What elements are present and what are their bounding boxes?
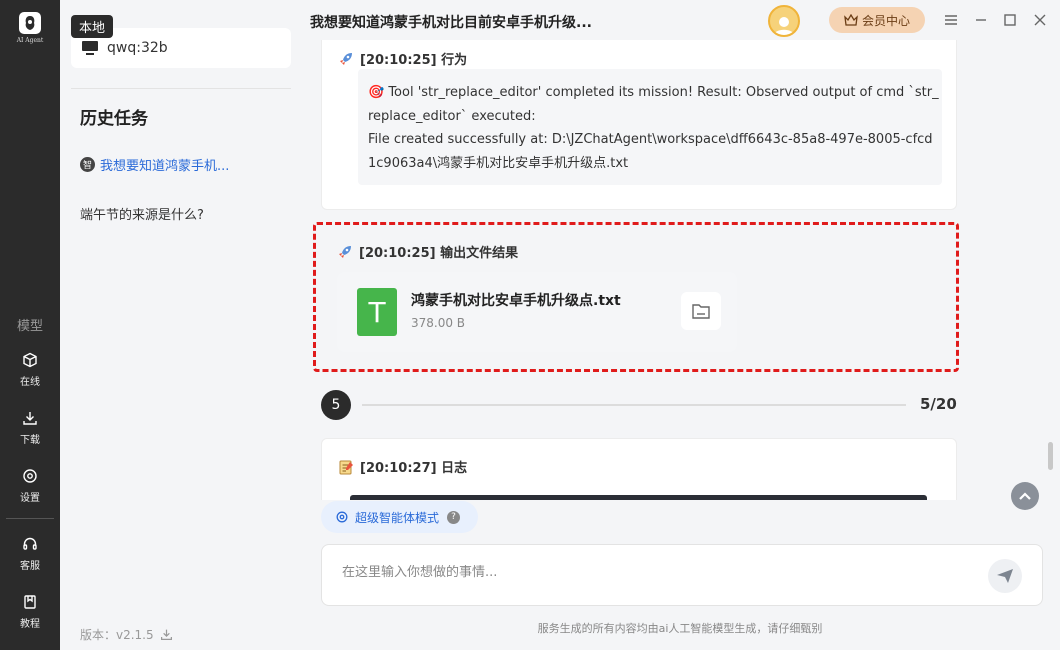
headset-icon — [23, 537, 37, 550]
step-progress-line — [362, 404, 906, 406]
user-avatar-icon — [774, 17, 794, 35]
close-button[interactable] — [1030, 10, 1050, 30]
log-card-header: [20:10:27] 日志 — [338, 457, 467, 476]
rocket-icon — [338, 51, 354, 67]
history-item-label: 我想要知道鸿蒙手机... — [100, 159, 230, 174]
file-name: 鸿蒙手机对比安卓手机升级点.txt — [411, 293, 621, 309]
logo-brand-text: AI Agent — [16, 37, 44, 44]
rail-item-support[interactable]: 客服 — [0, 529, 60, 579]
rail-item-tutorial[interactable]: 教程 — [0, 587, 60, 637]
rail-item-download[interactable]: 下载 — [0, 403, 60, 453]
action-output-line: File created successfully at: D:\JZChatA… — [368, 132, 933, 147]
rail-item-label: 下载 — [20, 435, 40, 446]
file-size: 378.00 B — [411, 316, 466, 330]
rail-item-online[interactable]: 在线 — [0, 345, 60, 395]
gear-icon — [336, 511, 348, 523]
action-output-line: 1c9063a4\鸿蒙手机对比安卓手机升级点.txt — [368, 155, 629, 171]
settings-icon — [23, 469, 37, 483]
txt-file-icon: T — [357, 288, 397, 336]
scrollbar-thumb[interactable] — [1048, 442, 1053, 470]
log-code-block — [350, 495, 927, 500]
minimize-button[interactable] — [971, 10, 991, 30]
maximize-button[interactable] — [1000, 10, 1020, 30]
rail-section-label: 模型 — [16, 319, 43, 334]
maximize-icon — [1004, 14, 1016, 26]
chat-area: [20:10:25] 行为 🎯 Tool 'str_replace_editor… — [300, 40, 1045, 500]
avatar[interactable] — [768, 5, 800, 37]
rail-item-label: 客服 — [20, 561, 40, 572]
rail-item-label: 教程 — [20, 619, 40, 630]
open-folder-button[interactable] — [681, 292, 721, 330]
minimize-icon — [976, 19, 986, 21]
left-rail: AI Agent 模型 在线 下载 设置 客服 教程 — [0, 0, 60, 650]
vip-center-button[interactable]: 会员中心 — [829, 7, 925, 33]
action-card: [20:10:25] 行为 🎯 Tool 'str_replace_editor… — [321, 40, 957, 210]
chat-input[interactable] — [342, 565, 962, 580]
version-label: 版本：v2.1.5 — [80, 628, 154, 642]
model-name: qwq:32b — [107, 40, 168, 56]
app-logo: AI Agent — [10, 12, 50, 52]
history-item-label: 端午节的来源是什么? — [80, 208, 204, 223]
cube-icon — [23, 352, 37, 368]
vip-center-label: 会员中心 — [861, 13, 910, 28]
title-bar: 我想要知道鸿蒙手机对比目前安卓手机升级... 会员中心 — [300, 0, 1060, 40]
rail-item-settings[interactable]: 设置 — [0, 461, 60, 511]
rail-item-label: 设置 — [20, 493, 40, 504]
rail-item-label: 在线 — [20, 377, 40, 388]
history-title: 历史任务 — [80, 109, 148, 129]
crown-icon — [844, 14, 858, 26]
output-file-card[interactable]: T 鸿蒙手机对比安卓手机升级点.txt 378.00 B — [337, 272, 737, 352]
menu-button[interactable] — [941, 10, 961, 30]
disclaimer-text: 服务生成的所有内容均由ai人工智能模型生成，请仔细甄别 — [537, 622, 823, 635]
sidebar-divider — [71, 88, 291, 89]
task-title: 我想要知道鸿蒙手机对比目前安卓手机升级... — [310, 15, 592, 31]
send-button[interactable] — [988, 559, 1022, 593]
action-output-line: 🎯 Tool 'str_replace_editor' completed it… — [368, 85, 939, 100]
step-number: 5 — [321, 390, 351, 420]
action-output-line: replace_editor` executed: — [368, 108, 536, 124]
folder-icon — [692, 304, 710, 319]
download-icon[interactable] — [160, 628, 173, 641]
book-icon — [24, 595, 36, 609]
log-card: [20:10:27] 日志 — [321, 438, 957, 500]
agent-badge-icon: 智 — [80, 157, 95, 172]
monitor-icon — [82, 41, 98, 55]
menu-icon — [945, 15, 957, 25]
action-header-text: [20:10:25] 行为 — [360, 53, 468, 68]
local-tag: 本地 — [71, 15, 114, 38]
history-item[interactable]: 端午节的来源是什么? — [80, 204, 204, 223]
chat-input-box — [321, 544, 1043, 606]
agent-mode-toggle[interactable]: 超级智能体模式 ? — [321, 501, 478, 533]
close-icon — [1034, 14, 1046, 26]
action-card-header: [20:10:25] 行为 — [338, 49, 467, 68]
step-count: 5/20 — [920, 395, 957, 413]
log-header-text: [20:10:27] 日志 — [360, 461, 468, 476]
logo-icon — [19, 12, 41, 34]
agent-mode-label: 超级智能体模式 — [355, 510, 440, 525]
history-item-active[interactable]: 智 我想要知道鸿蒙手机... — [80, 155, 229, 174]
memo-icon — [338, 459, 354, 475]
download-icon — [23, 412, 37, 425]
action-output: 🎯 Tool 'str_replace_editor' completed it… — [358, 69, 942, 185]
send-icon — [997, 569, 1013, 583]
scroll-to-top-button[interactable] — [1011, 482, 1039, 510]
help-icon[interactable]: ? — [447, 510, 461, 524]
rail-divider — [6, 518, 54, 519]
chevron-up-icon — [1019, 492, 1031, 500]
version-info: 版本：v2.1.5 — [80, 626, 173, 643]
sidebar: qwq:32b 本地 历史任务 智 我想要知道鸿蒙手机... 端午节的来源是什么… — [60, 0, 300, 650]
